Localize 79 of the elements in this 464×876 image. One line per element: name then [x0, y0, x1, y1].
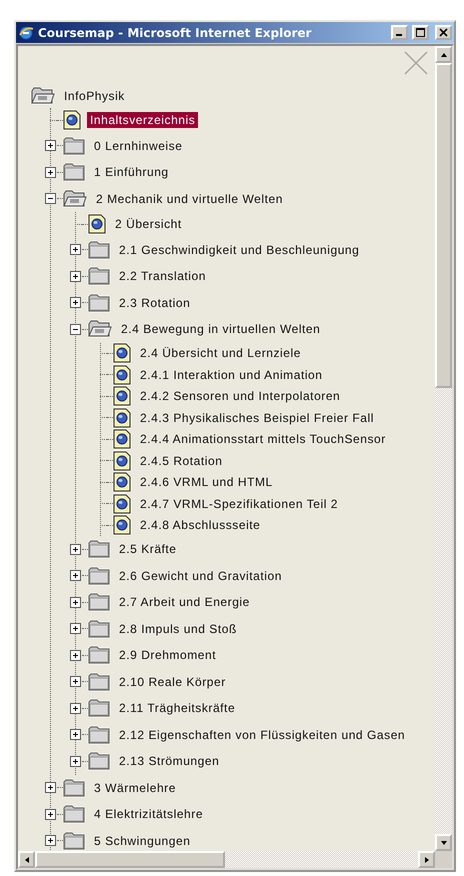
maximize-button[interactable] — [412, 25, 429, 40]
tree-item[interactable]: 2.9 Drehmoment — [116, 647, 220, 664]
expand-button[interactable] — [70, 570, 81, 582]
page-globe-icon — [113, 450, 131, 471]
expand-button[interactable] — [45, 782, 56, 794]
tree-item[interactable]: 2.12 Eigenschaften von Flüssigkeiten und Gasen — [116, 726, 408, 743]
tree-item[interactable]: 2.4.4 Animationsstart mittels TouchSensor — [137, 431, 389, 448]
tree-item[interactable]: 2.4 Bewegung in virtuellen Welten — [118, 321, 324, 338]
expand-button[interactable] — [70, 702, 81, 714]
scroll-thumb[interactable] — [35, 851, 225, 868]
tree-item[interactable]: 2.8 Impuls und Stoß — [116, 620, 240, 637]
tree-item[interactable]: 2.7 Arbeit und Energie — [116, 594, 253, 610]
browser-globe-icon — [18, 24, 34, 40]
open-folder-icon — [88, 320, 112, 338]
expand-button[interactable] — [70, 596, 81, 608]
tree-item[interactable]: 2.3 Rotation — [116, 294, 194, 311]
tree-item[interactable]: 2.4.3 Physikalisches Beispiel Freier Fall — [137, 410, 377, 426]
expand-button[interactable] — [70, 270, 81, 282]
page-globe-icon — [113, 386, 131, 406]
scroll-right-icon — [422, 856, 430, 864]
expand-button[interactable] — [70, 756, 81, 767]
window-title: Coursemap - Microsoft Internet Explorer — [38, 26, 312, 40]
expand-button[interactable] — [70, 729, 81, 740]
tree-item[interactable]: 2.5 Kräfte — [116, 541, 180, 558]
page-globe-icon — [88, 214, 106, 234]
expand-button[interactable] — [45, 140, 56, 152]
page-globe-icon — [113, 429, 131, 450]
scrollbar-corner — [435, 851, 452, 868]
tree-item[interactable]: 2.1 Geschwindigkeit und Beschleunigung — [116, 242, 362, 258]
tree-item[interactable]: Inhaltsverzeichnis — [87, 112, 198, 128]
tree-item[interactable]: 2.13 Strömungen — [116, 753, 222, 770]
page-globe-icon — [113, 494, 131, 514]
expand-button[interactable] — [45, 166, 56, 178]
page-globe-icon — [113, 364, 131, 385]
scroll-thumb[interactable] — [435, 63, 452, 388]
page-globe-icon — [113, 515, 131, 536]
page-globe-icon — [113, 408, 131, 428]
open-folder-icon — [63, 190, 87, 208]
tree-item[interactable]: 2.4.2 Sensoren und Interpolatoren — [137, 388, 344, 404]
tree-item[interactable]: 2 Übersicht — [112, 216, 185, 232]
tree-item[interactable]: 2 Mechanik und virtuelle Welten — [93, 190, 286, 207]
tree-item[interactable]: 2.4.5 Rotation — [137, 452, 226, 469]
tree-item[interactable]: 4 Elektrizitätslehre — [91, 806, 206, 822]
scroll-down-icon — [440, 838, 448, 846]
page-globe-icon — [63, 110, 81, 130]
expand-button[interactable] — [70, 297, 81, 308]
vertical-scrollbar[interactable] — [435, 46, 452, 851]
expand-button[interactable] — [70, 650, 81, 661]
expand-button[interactable] — [70, 544, 81, 555]
tree-item[interactable]: 2.4.1 Interaktion und Animation — [137, 366, 326, 383]
close-button[interactable] — [435, 25, 452, 40]
tree-item[interactable]: 2.4.7 VRML-Spezifikationen Teil 2 — [137, 496, 342, 512]
tree-item[interactable]: 2.4 Übersicht und Lernziele — [137, 345, 304, 362]
collapse-button[interactable] — [70, 324, 81, 335]
page-globe-icon — [113, 343, 131, 364]
expand-button[interactable] — [45, 835, 56, 846]
collapse-button[interactable] — [45, 193, 56, 204]
tree-item[interactable]: 5 Schwingungen — [91, 832, 194, 849]
tree-item[interactable]: 3 Wärmelehre — [91, 780, 179, 796]
expand-button[interactable] — [45, 808, 56, 820]
tree-item[interactable]: 2.11 Trägheitskräfte — [116, 700, 238, 716]
expand-button[interactable] — [70, 676, 81, 688]
minimize-button[interactable] — [391, 25, 408, 40]
tree-item[interactable]: 1 Einführung — [91, 164, 172, 180]
scroll-left-icon — [22, 856, 30, 864]
tree-item[interactable]: 2.4.8 Abschlussseite — [137, 517, 264, 534]
tree-item[interactable]: 2.2 Translation — [116, 268, 209, 284]
tree-item[interactable]: InfoPhysik — [61, 88, 128, 104]
tree-item[interactable]: 2.10 Reale Körper — [116, 674, 229, 690]
maximize-icon — [416, 28, 425, 37]
tree-item[interactable]: 2.6 Gewicht und Gravitation — [116, 568, 285, 584]
expand-button[interactable] — [70, 623, 81, 634]
expand-button[interactable] — [70, 244, 81, 256]
page-globe-icon — [113, 472, 131, 492]
close-icon — [439, 28, 448, 37]
tree-item[interactable]: 0 Lernhinweise — [91, 138, 186, 154]
scroll-up-icon — [440, 50, 448, 58]
horizontal-scrollbar[interactable] — [18, 851, 452, 868]
tree-item[interactable]: 2.4.6 VRML und HTML — [137, 474, 276, 490]
